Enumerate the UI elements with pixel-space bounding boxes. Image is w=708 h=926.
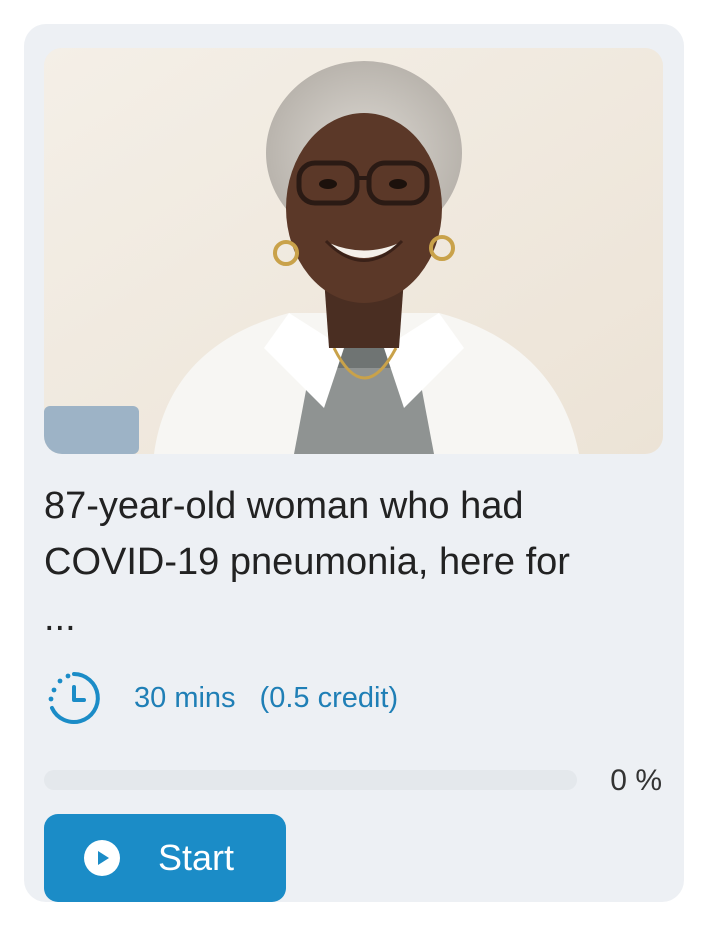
case-meta: 30 mins (0.5 credit): [44, 668, 398, 728]
duration-text: 30 mins: [134, 681, 236, 714]
credit-text: (0.5 credit): [259, 681, 399, 714]
title-ellipsis: ...: [44, 597, 76, 639]
case-thumbnail[interactable]: [44, 48, 663, 454]
progress-bar: [44, 770, 577, 790]
play-icon: [84, 840, 120, 876]
start-button[interactable]: Start: [44, 814, 286, 902]
clock-icon: [48, 672, 100, 724]
patient-portrait-image: [44, 48, 663, 454]
progress-percent: 0 %: [610, 764, 662, 797]
case-card[interactable]: 87-year-old woman who had COVID-19 pneum…: [24, 24, 684, 902]
start-button-label: Start: [158, 837, 235, 878]
case-title[interactable]: 87-year-old woman who had COVID-19 pneum…: [44, 478, 644, 590]
